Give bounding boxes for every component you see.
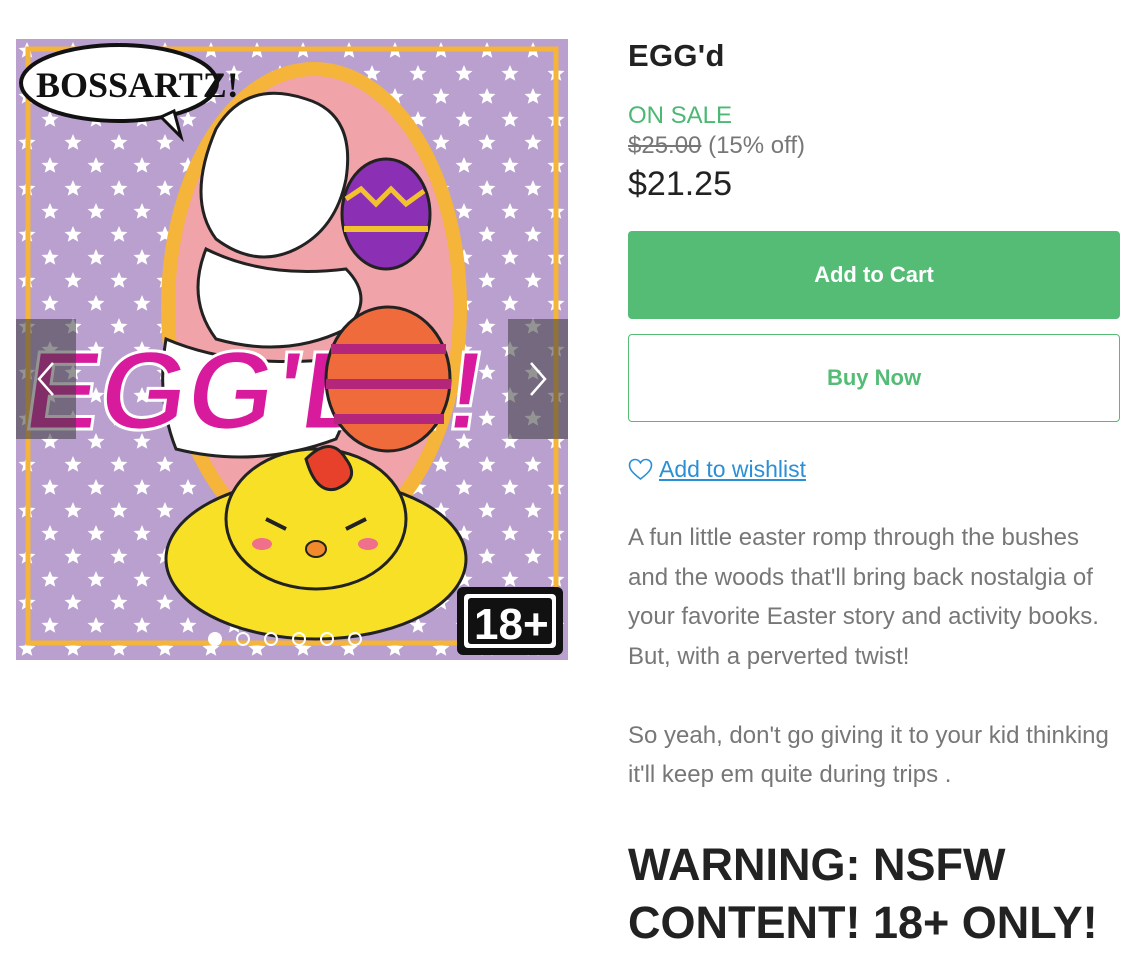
add-to-cart-button[interactable]: Add to Cart — [628, 231, 1120, 319]
original-price: $25.00 — [628, 132, 702, 159]
logo-text: BOSSARTZ! — [36, 65, 239, 105]
rating-badge-text: 18+ — [474, 600, 549, 649]
original-price-line: $25.00 (15% off) — [628, 132, 805, 160]
heart-icon — [628, 458, 653, 481]
wishlist-label: Add to wishlist — [659, 456, 807, 482]
description-paragraph: A fun little easter romp through the bus… — [628, 524, 1099, 670]
carousel-dot[interactable] — [208, 632, 222, 646]
carousel-dot[interactable] — [292, 632, 306, 646]
carousel-next-button[interactable] — [508, 319, 568, 439]
current-price: $21.25 — [628, 165, 732, 203]
carousel-pagination — [208, 632, 362, 646]
buy-now-button[interactable]: Buy Now — [628, 334, 1120, 422]
product-description: A fun little easter romp through the bus… — [628, 518, 1120, 795]
chevron-right-icon — [530, 362, 547, 396]
description-paragraph: So yeah, don't go giving it to your kid … — [628, 721, 1109, 789]
product-title: EGG'd — [628, 38, 725, 73]
discount-percent: (15% off) — [708, 132, 806, 159]
carousel-prev-button[interactable] — [16, 319, 76, 439]
product-cover-image: EGG'D N! BOSSARTZ! 18+ — [16, 39, 568, 660]
carousel-dot[interactable] — [236, 632, 250, 646]
chevron-left-icon — [37, 362, 54, 396]
sale-label: ON SALE — [628, 102, 733, 129]
carousel-dot[interactable] — [264, 632, 278, 646]
carousel-dot[interactable] — [320, 632, 334, 646]
add-to-wishlist-link[interactable]: Add to wishlist — [628, 456, 806, 483]
carousel-dot[interactable] — [348, 632, 362, 646]
nsfw-warning-heading: WARNING: NSFW CONTENT! 18+ ONLY! — [628, 839, 1098, 948]
product-image-carousel[interactable]: EGG'D N! BOSSARTZ! 18+ — [16, 39, 568, 660]
